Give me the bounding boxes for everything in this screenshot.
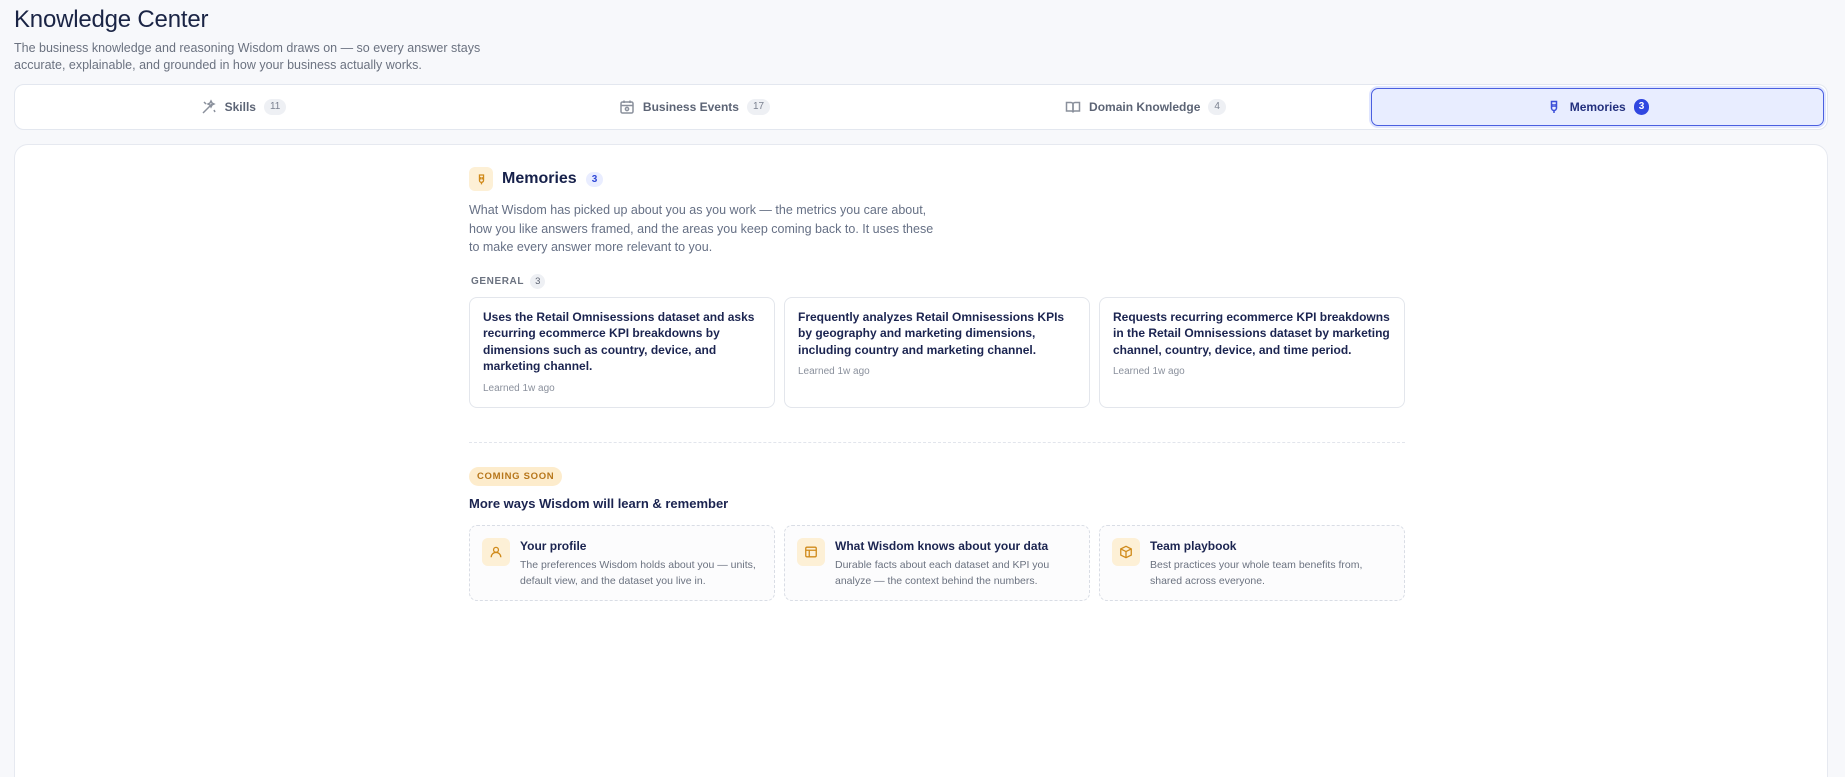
box-icon	[1112, 537, 1140, 566]
tab-bar: Skills 11 Business Events 17 Domain Know…	[14, 84, 1828, 130]
memory-learned-time: Learned 1w ago	[798, 366, 870, 377]
tab-label: Business Events	[642, 100, 739, 114]
memory-learned-time: Learned 1w ago	[483, 382, 555, 394]
coming-soon-card-desc: Durable facts about each dataset and KPI…	[835, 558, 1050, 587]
group-label-text: GENERAL	[471, 275, 525, 287]
page-subtitle: The business knowledge and reasoning Wis…	[14, 41, 481, 72]
coming-soon-card-team-playbook: Team playbook Best practices your whole …	[1099, 524, 1405, 601]
tab-label: Domain Knowledge	[1089, 100, 1201, 114]
memory-text: Uses the Retail Omnisessions dataset and…	[483, 309, 755, 374]
tab-skills[interactable]: Skills 11	[18, 88, 469, 126]
section-title: Memories	[502, 170, 577, 187]
page-title: Knowledge Center	[14, 6, 209, 33]
tab-label: Memories	[1569, 100, 1626, 114]
coming-soon-card-title: What Wisdom knows about your data	[835, 538, 1049, 553]
table-icon	[797, 537, 825, 566]
memory-icon	[1550, 100, 1557, 113]
coming-soon-card-title: Team playbook	[1150, 538, 1237, 553]
memory-text: Frequently analyzes Retail Omnisessions …	[798, 309, 1065, 357]
group-count-badge: 3	[530, 273, 546, 289]
tab-count: 11	[263, 99, 287, 115]
tab-count: 17	[746, 99, 771, 115]
memory-card[interactable]: Requests recurring ecommerce KPI breakdo…	[1099, 296, 1405, 408]
memories-header: Memories 3	[469, 167, 1405, 191]
coming-soon-list: Your profile The preferences Wisdom hold…	[469, 524, 1405, 601]
user-icon	[482, 537, 510, 566]
coming-soon-title: More ways Wisdom will learn & remember	[469, 495, 729, 511]
memory-text: Requests recurring ecommerce KPI breakdo…	[1113, 309, 1390, 357]
tab-memories[interactable]: Memories 3	[1371, 88, 1824, 126]
tab-business-events[interactable]: Business Events 17	[469, 88, 920, 126]
page-header: Knowledge Center The business knowledge …	[14, 6, 574, 74]
section-count-badge: 3	[585, 171, 604, 187]
tab-label: Skills	[224, 100, 256, 114]
memory-card-list: Uses the Retail Omnisessions dataset and…	[469, 296, 1405, 408]
coming-soon-card-title: Your profile	[520, 538, 587, 553]
coming-soon-badge: COMING SOON	[469, 466, 563, 486]
wand-icon	[202, 99, 216, 114]
group-label: GENERAL 3	[469, 273, 1405, 289]
memories-content: Memories 3 What Wisdom has picked up abo…	[469, 167, 1405, 601]
coming-soon-card-desc: The preferences Wisdom holds about you —…	[520, 558, 756, 587]
coming-soon-card-profile: Your profile The preferences Wisdom hold…	[469, 524, 775, 601]
coming-soon-card-data-knowledge: What Wisdom knows about your data Durabl…	[784, 524, 1090, 601]
calendar-icon	[620, 100, 634, 114]
memory-card[interactable]: Frequently analyzes Retail Omnisessions …	[784, 296, 1090, 408]
tab-domain-knowledge[interactable]: Domain Knowledge 4	[920, 88, 1371, 126]
memories-panel: Memories 3 What Wisdom has picked up abo…	[14, 144, 1828, 777]
memory-icon	[469, 167, 493, 191]
memory-learned-time: Learned 1w ago	[1113, 366, 1185, 377]
section-divider	[469, 441, 1405, 443]
tab-count: 4	[1208, 99, 1226, 115]
memory-card[interactable]: Uses the Retail Omnisessions dataset and…	[469, 296, 775, 408]
tab-count: 3	[1633, 99, 1650, 115]
book-icon	[1065, 101, 1081, 113]
section-description: What Wisdom has picked up about you as y…	[469, 203, 934, 254]
coming-soon-card-desc: Best practices your whole team benefits …	[1150, 558, 1363, 587]
